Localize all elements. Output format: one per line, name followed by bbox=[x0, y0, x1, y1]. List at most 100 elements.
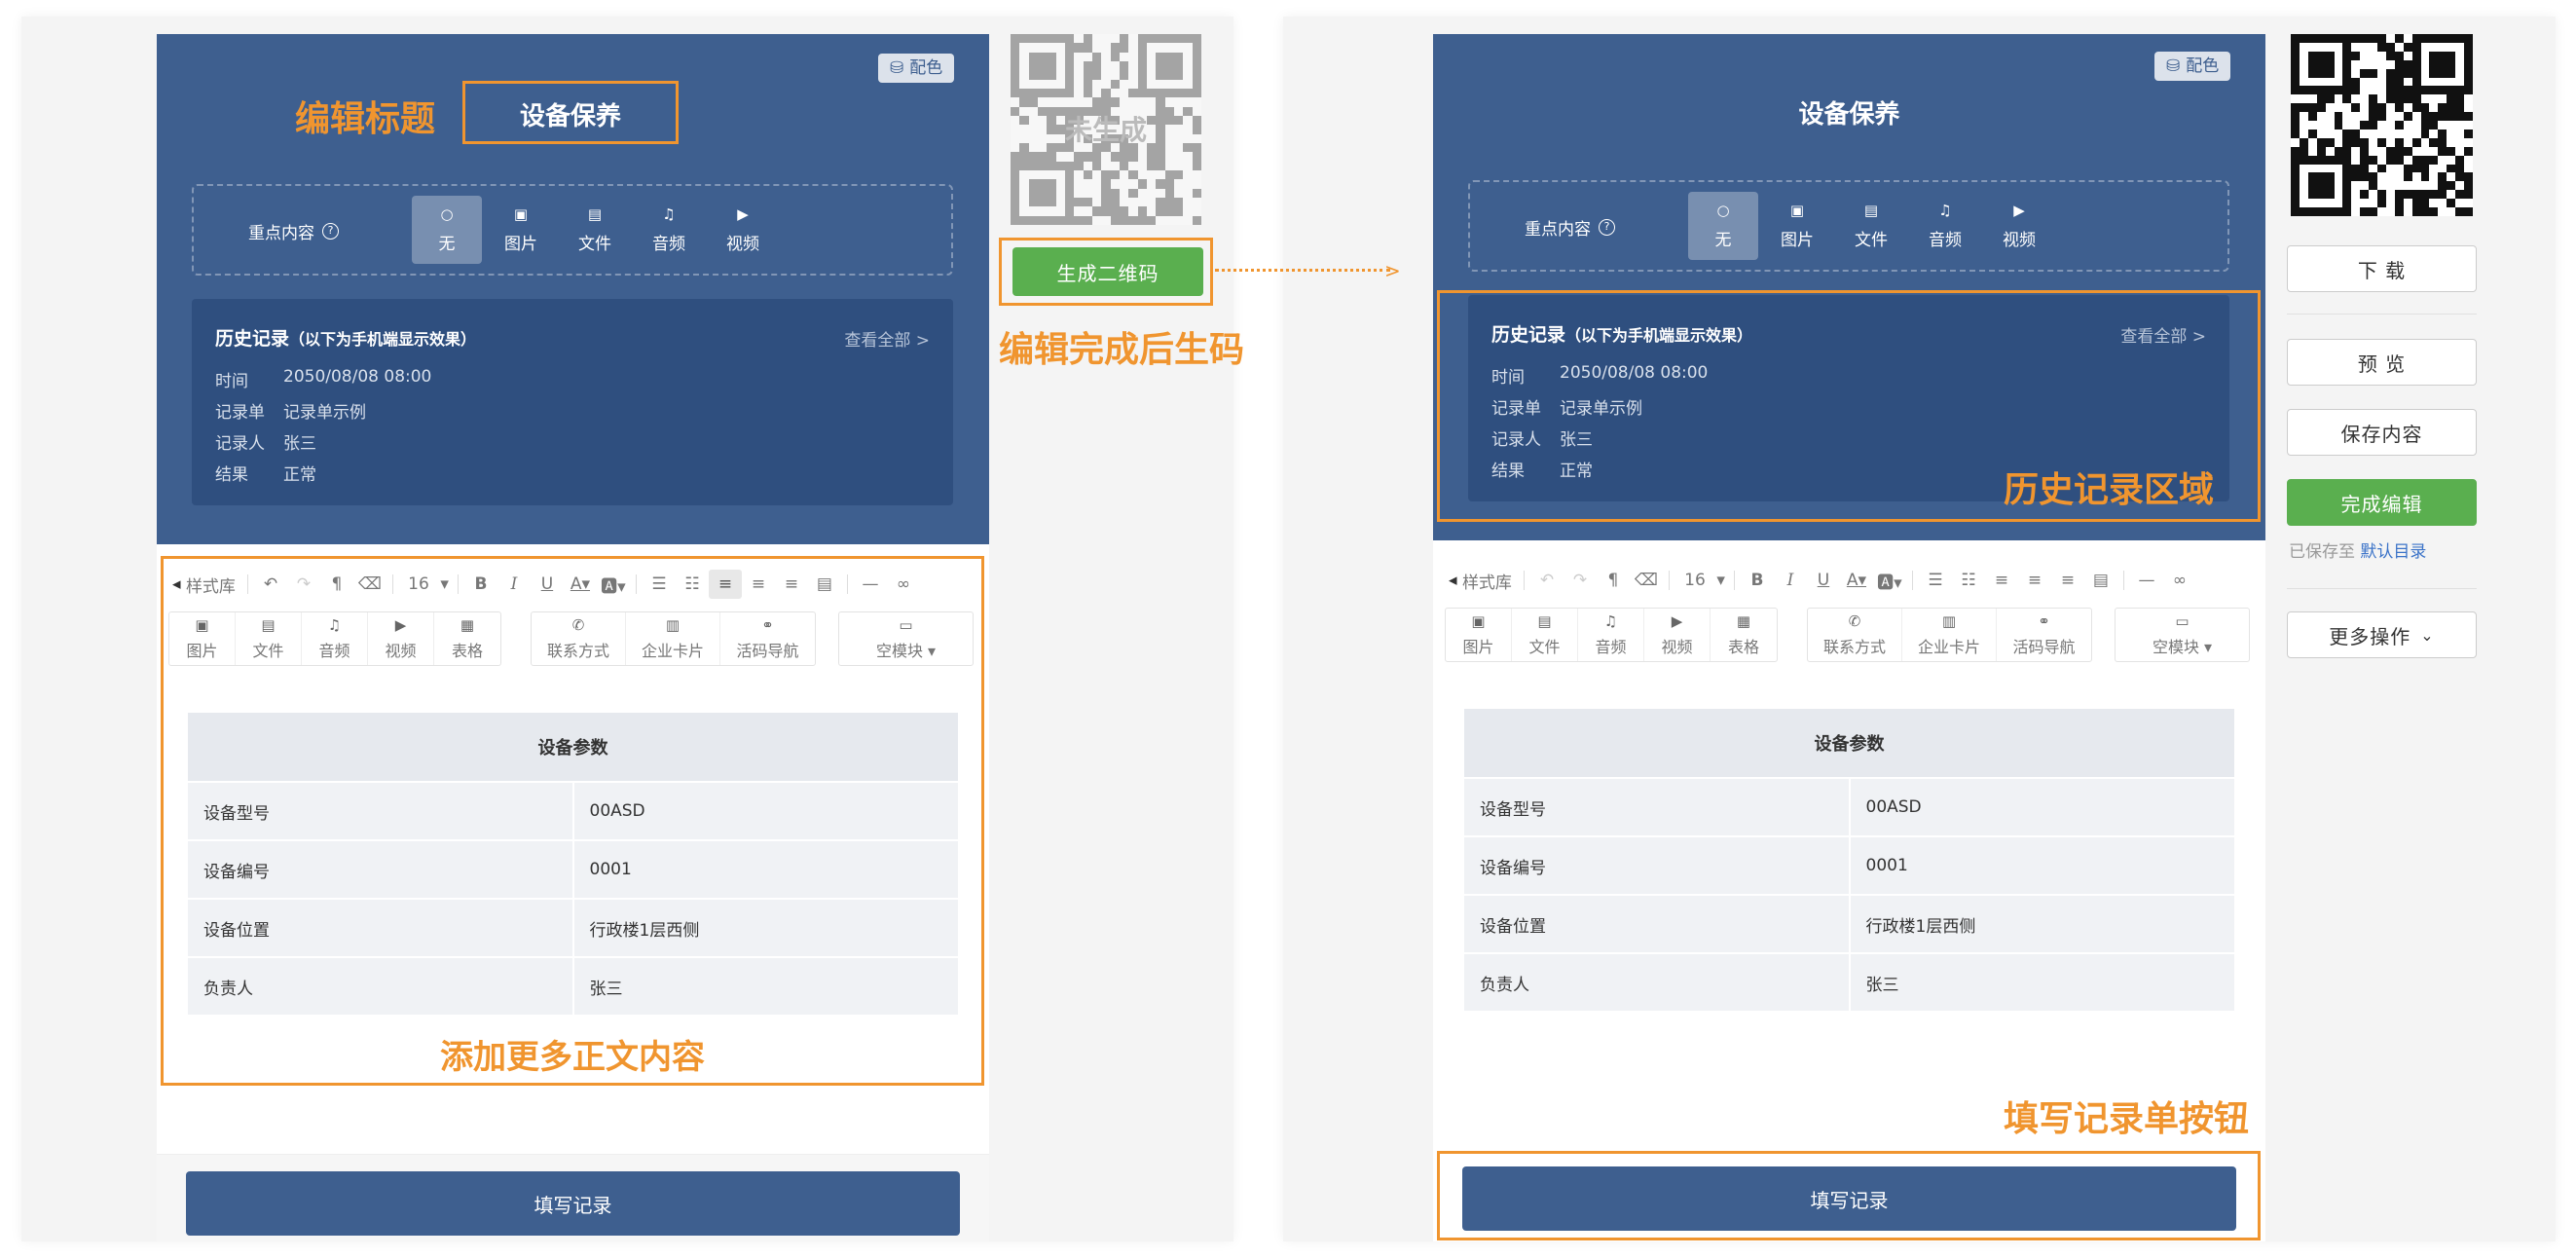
redo-icon[interactable]: ↷ bbox=[1564, 566, 1597, 595]
insert-image-button[interactable]: ▣ 图片 bbox=[1446, 609, 1512, 661]
key-content-label: 重点内容 ? bbox=[248, 219, 339, 243]
music-icon: ♫ bbox=[1938, 201, 1952, 219]
insert-navigation-button[interactable]: ⚭ 活码导航 bbox=[1997, 609, 2091, 661]
help-icon[interactable]: ? bbox=[1599, 219, 1615, 236]
header-area: ⛁ 配色 编辑标题 设备保养 重点内容 ? ○ 无 ▣ 图片 ▤ 文件 ♫ 音频 ▶ 视频… bbox=[157, 34, 989, 544]
preview-button[interactable]: 预 览 bbox=[2287, 339, 2477, 386]
color-scheme-button[interactable]: ⛁ 配色 bbox=[2154, 52, 2231, 81]
insert-empty-module-button[interactable]: ▭ 空模块 ▾ bbox=[2116, 609, 2249, 661]
key-option-audio[interactable]: ♫ 音频 bbox=[634, 196, 704, 264]
font-size-select[interactable]: 16 ▾ bbox=[1675, 566, 1728, 595]
font-color-icon[interactable]: A▾ bbox=[1840, 566, 1873, 595]
key-option-video[interactable]: ▶ 视频 bbox=[708, 196, 778, 264]
file-icon: ▤ bbox=[1863, 201, 1879, 219]
divider bbox=[2287, 588, 2477, 589]
image-icon: ▣ bbox=[513, 204, 529, 223]
link-icon[interactable]: ∞ bbox=[2163, 566, 2196, 595]
fill-button-frame bbox=[1437, 1151, 2261, 1240]
color-scheme-button[interactable]: ⛁ 配色 bbox=[878, 54, 955, 83]
params-table-header: 设备参数 bbox=[1462, 707, 2236, 779]
insert-table-button[interactable]: ▦ 表格 bbox=[1711, 609, 1777, 661]
align-center-icon[interactable]: ≡ bbox=[2018, 566, 2051, 595]
insert-file-button[interactable]: ▤ 文件 bbox=[1512, 609, 1578, 661]
style-library-button[interactable]: ◂ 样式库 bbox=[1443, 566, 1518, 595]
page-title-input[interactable]: 设备保养 bbox=[462, 96, 679, 132]
download-button[interactable]: 下 载 bbox=[2287, 245, 2477, 292]
table-row: 设备位置 行政楼1层西侧 bbox=[1462, 894, 2236, 954]
key-content-label: 重点内容 ? bbox=[1525, 215, 1615, 240]
add-content-annotation: 添加更多正文内容 bbox=[440, 1038, 705, 1077]
history-row: 记录单 记录单示例 bbox=[215, 403, 366, 423]
edit-title-annotation: 编辑标题 bbox=[295, 99, 436, 139]
module-icon: ▭ bbox=[2175, 612, 2190, 630]
table-row: 设备型号 00ASD bbox=[1462, 777, 2236, 837]
bg-color-icon[interactable]: 🅰▾ bbox=[1873, 566, 1906, 595]
circle-icon: ○ bbox=[440, 204, 454, 223]
history-row: 结果 正常 bbox=[215, 465, 316, 485]
fill-record-button[interactable]: 填写记录 bbox=[186, 1171, 960, 1236]
finish-edit-button[interactable]: 完成编辑 bbox=[2287, 479, 2477, 526]
qr-code bbox=[2291, 34, 2473, 216]
undo-icon[interactable]: ↶ bbox=[1530, 566, 1564, 595]
table-row: 负责人 张三 bbox=[1462, 952, 2236, 1013]
hr-icon[interactable]: — bbox=[2130, 566, 2163, 595]
ordered-list-icon[interactable]: ☰ bbox=[1919, 566, 1952, 595]
more-actions-button[interactable]: 更多操作 ⌄ bbox=[2287, 611, 2477, 658]
chevron-down-icon: ⌄ bbox=[2420, 625, 2435, 645]
page-title[interactable]: 设备保养 bbox=[1433, 94, 2265, 130]
link-icon: ⚭ bbox=[2038, 612, 2050, 630]
generate-qr-button[interactable]: 生成二维码 bbox=[1012, 247, 1203, 296]
history-annotation: 历史记录区域 bbox=[2004, 470, 2215, 510]
key-option-none[interactable]: ○ 无 bbox=[1688, 192, 1758, 260]
editor-preview-right: ⛁ 配色 设备保养 重点内容 ? ○ 无 ▣ 图片 ▤ 文件 ♫ 音频 ▶ 视频 历史记录… bbox=[1433, 34, 2265, 1241]
key-option-audio[interactable]: ♫ 音频 bbox=[1910, 192, 1980, 260]
qr-code-image bbox=[2291, 34, 2473, 216]
insert-company-card-button[interactable]: ▥ 企业卡片 bbox=[1902, 609, 1997, 661]
key-option-video[interactable]: ▶ 视频 bbox=[1984, 192, 2054, 260]
table-row: 设备编号 0001 bbox=[1462, 835, 2236, 896]
underline-icon[interactable]: U bbox=[1807, 566, 1840, 595]
key-content-selector: 重点内容 ? ○ 无 ▣ 图片 ▤ 文件 ♫ 音频 ▶ 视频 bbox=[1468, 180, 2229, 272]
content-area-frame bbox=[161, 556, 984, 1086]
file-icon: ▤ bbox=[587, 204, 603, 223]
save-content-button[interactable]: 保存内容 bbox=[2287, 409, 2477, 456]
saved-status: 已保存至 默认目录 bbox=[2289, 542, 2427, 562]
params-table[interactable]: 设备参数 设备型号 00ASD 设备编号 0001 设备位置 行政楼1层西侧 负责人张… bbox=[1462, 707, 2236, 1013]
key-option-image[interactable]: ▣ 图片 bbox=[1762, 192, 1832, 260]
qr-not-generated-label: 未生成 bbox=[1064, 114, 1147, 146]
insert-contact-button[interactable]: ✆ 联系方式 bbox=[1808, 609, 1902, 661]
align-left-icon[interactable]: ≡ bbox=[1985, 566, 2018, 595]
help-icon[interactable]: ? bbox=[322, 223, 339, 240]
insert-audio-button[interactable]: ♫ 音频 bbox=[1578, 609, 1644, 661]
italic-icon[interactable]: I bbox=[1774, 566, 1807, 595]
generate-annotation: 编辑完成后生码 bbox=[999, 330, 1245, 370]
history-row: 记录人 张三 bbox=[215, 434, 316, 454]
key-option-file[interactable]: ▤ 文件 bbox=[560, 196, 630, 264]
key-option-file[interactable]: ▤ 文件 bbox=[1836, 192, 1906, 260]
key-content-selector: 重点内容 ? ○ 无 ▣ 图片 ▤ 文件 ♫ 音频 ▶ 视频 bbox=[192, 184, 953, 276]
eraser-icon[interactable]: ⌫ bbox=[1630, 566, 1663, 595]
history-row: 时间 2050/08/08 08:00 bbox=[215, 367, 432, 391]
arrow-head-icon: > bbox=[1384, 259, 1401, 282]
flow-arrow-line bbox=[1215, 269, 1390, 272]
view-all-link[interactable]: 查看全部 > bbox=[844, 326, 930, 351]
file-icon: ▤ bbox=[1537, 612, 1552, 630]
fill-button-annotation: 填写记录单按钮 bbox=[2004, 1099, 2250, 1139]
history-title: 历史记录（以下为手机端显示效果） bbox=[215, 328, 477, 350]
content-editor[interactable]: 设备参数 设备型号 00ASD 设备编号 0001 设备位置 行政楼1层西侧 负责人张… bbox=[1462, 707, 2236, 1013]
image-icon: ▣ bbox=[1789, 201, 1805, 219]
bold-icon[interactable]: B bbox=[1741, 566, 1774, 595]
unordered-list-icon[interactable]: ☷ bbox=[1952, 566, 1985, 595]
justify-icon[interactable]: ▤ bbox=[2084, 566, 2117, 595]
saved-directory-link[interactable]: 默认目录 bbox=[2360, 542, 2426, 562]
key-option-image[interactable]: ▣ 图片 bbox=[486, 196, 556, 264]
building-icon: ▥ bbox=[1941, 612, 1957, 630]
format-painter-icon[interactable]: ¶ bbox=[1597, 566, 1630, 595]
key-option-none[interactable]: ○ 无 bbox=[412, 196, 482, 264]
paint-bucket-icon: ⛁ bbox=[890, 58, 904, 78]
image-icon: ▣ bbox=[1471, 612, 1486, 630]
align-right-icon[interactable]: ≡ bbox=[2051, 566, 2084, 595]
insert-video-button[interactable]: ▶ 视频 bbox=[1644, 609, 1711, 661]
history-card: 历史记录（以下为手机端显示效果） 查看全部 > 时间 2050/08/08 08:… bbox=[192, 299, 953, 505]
music-icon: ♫ bbox=[662, 204, 676, 223]
